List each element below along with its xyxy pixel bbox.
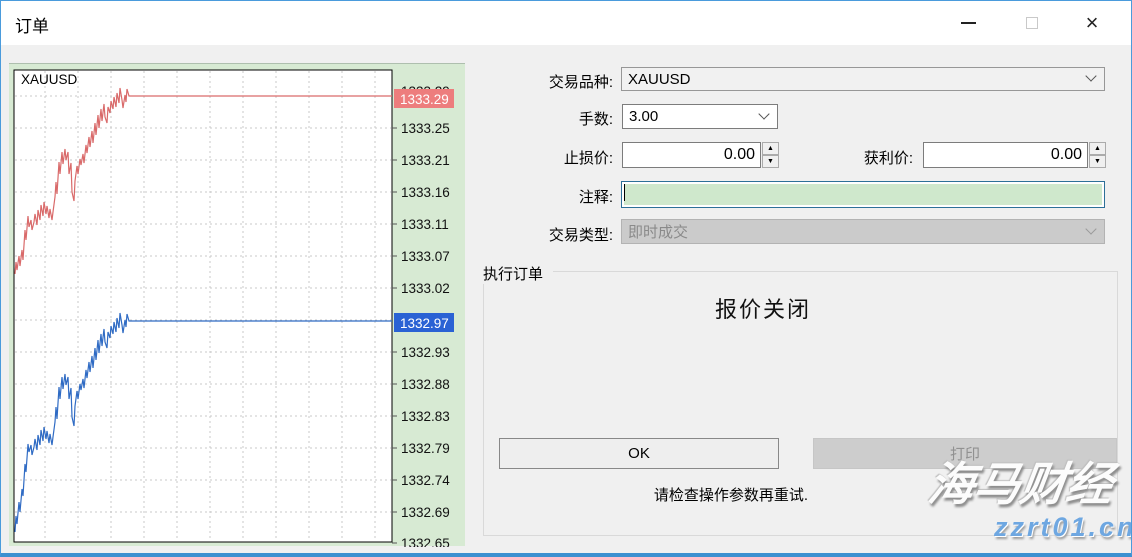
order-type-combobox[interactable]: 即时成交 — [621, 219, 1105, 244]
triangle-down-icon: ▼ — [767, 158, 774, 165]
triangle-up-icon: ▲ — [767, 145, 774, 152]
symbol-value: XAUUSD — [628, 71, 691, 88]
chart-symbol-label: XAUUSD — [21, 72, 78, 87]
watermark-url-text: zzrt01.cn — [994, 512, 1132, 543]
volume-combobox[interactable]: 3.00 — [622, 104, 778, 129]
watermark-brand-text: 海马财经 — [924, 448, 1117, 514]
scale-label: 1333.16 — [401, 185, 450, 200]
volume-value: 3.00 — [629, 108, 658, 125]
close-button[interactable]: × — [1069, 1, 1115, 45]
minimize-button[interactable] — [945, 1, 991, 45]
window-title: 订单 — [15, 12, 49, 37]
chevron-down-icon — [1085, 223, 1096, 234]
stoploss-spin-up-button[interactable]: ▲ — [762, 142, 779, 155]
scale-label: 1332.93 — [401, 345, 450, 360]
triangle-down-icon: ▼ — [1094, 158, 1101, 165]
scale-label: 1332.74 — [401, 473, 450, 488]
scale-label: 1333.21 — [401, 153, 450, 168]
symbol-label: 交易品种: — [481, 71, 613, 92]
type-label: 交易类型: — [481, 224, 613, 245]
bid-price-badge-text: 1332.97 — [400, 316, 449, 331]
scale-label: 1332.69 — [401, 505, 450, 520]
takeprofit-input[interactable]: 0.00 — [923, 142, 1088, 168]
takeprofit-spin-down-button[interactable]: ▼ — [1089, 155, 1106, 168]
stoploss-spinner[interactable]: 0.00 ▲ ▼ — [622, 142, 779, 168]
stoploss-label: 止损价: — [481, 147, 613, 168]
scale-label: 1333.07 — [401, 249, 450, 264]
scale-label: 1333.25 — [401, 121, 450, 136]
comment-input-inner[interactable] — [624, 184, 1102, 205]
scale-label: 1333.11 — [401, 217, 449, 232]
quotes-closed-message: 报价关闭 — [483, 292, 1043, 324]
volume-label: 手数: — [481, 108, 613, 129]
scale-label: 1333.02 — [401, 281, 450, 296]
comment-input[interactable] — [621, 181, 1105, 208]
takeprofit-spinner[interactable]: 0.00 ▲ ▼ — [923, 142, 1106, 168]
scale-label: 1332.65 — [401, 536, 450, 547]
ask-price-badge-text: 1333.29 — [400, 92, 449, 107]
comment-label: 注释: — [481, 186, 613, 207]
order-type-value: 即时成交 — [628, 221, 688, 242]
scale-label: 1332.83 — [401, 409, 450, 424]
order-dialog-window: 订单 × 1333.29 1333.25 1333.21 1333.16 1333.11… — [0, 0, 1132, 557]
triangle-up-icon: ▲ — [1094, 145, 1101, 152]
text-caret — [624, 184, 625, 201]
chevron-down-icon — [1085, 70, 1096, 81]
status-message: 请检查操作参数再重试. — [481, 484, 981, 505]
scale-label: 1332.79 — [401, 441, 450, 456]
close-icon: × — [1086, 13, 1099, 33]
ok-button[interactable]: OK — [499, 438, 779, 469]
tick-chart-canvas: 1333.29 1333.25 1333.21 1333.16 1333.11 1333.… — [9, 64, 465, 547]
stoploss-input[interactable]: 0.00 — [622, 142, 761, 168]
minimize-icon — [961, 22, 976, 24]
takeprofit-label: 获利价: — [801, 147, 913, 168]
title-bar: 订单 × — [1, 1, 1131, 45]
takeprofit-spin-up-button[interactable]: ▲ — [1089, 142, 1106, 155]
maximize-icon — [1026, 17, 1038, 29]
execute-order-group-title: 执行订单 — [483, 263, 553, 284]
symbol-combobox[interactable]: XAUUSD — [621, 67, 1105, 91]
chevron-down-icon — [758, 108, 769, 119]
tick-chart-panel: 1333.29 1333.25 1333.21 1333.16 1333.11 1333.… — [9, 63, 465, 546]
stoploss-spin-down-button[interactable]: ▼ — [762, 155, 779, 168]
scale-label: 1332.88 — [401, 377, 450, 392]
maximize-button[interactable] — [1009, 1, 1055, 45]
chart-plot-area — [14, 70, 392, 542]
